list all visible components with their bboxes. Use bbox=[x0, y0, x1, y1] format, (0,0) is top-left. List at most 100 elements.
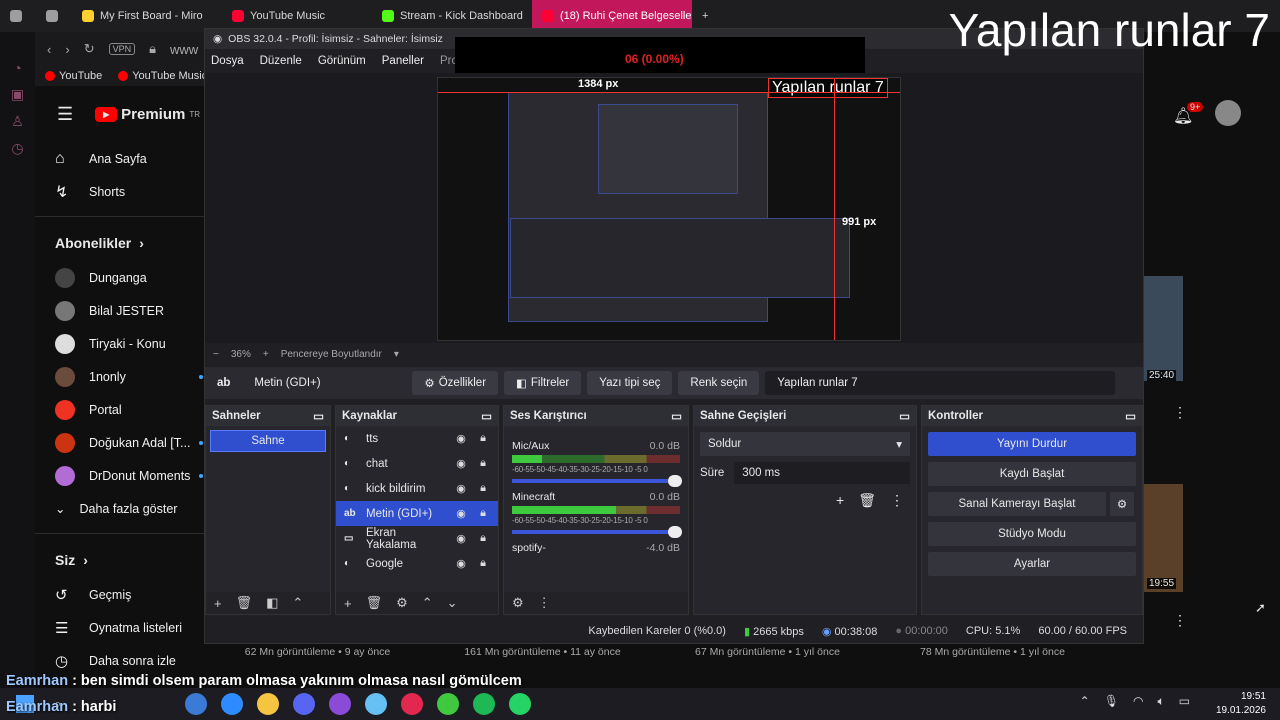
properties-button[interactable]: ⚙ Özellikler bbox=[412, 371, 499, 395]
zoom-in-icon[interactable]: + bbox=[263, 349, 269, 360]
lock-icon[interactable]: 🔒︎ bbox=[476, 557, 490, 570]
bookmark-item[interactable]: YouTube bbox=[45, 70, 102, 82]
duration-input[interactable]: 300 ms bbox=[734, 462, 910, 484]
source-item[interactable]: ◐ chat ◉ 🔒︎ bbox=[336, 451, 498, 476]
lock-icon[interactable]: 🔒︎ bbox=[476, 482, 490, 495]
lock-icon[interactable]: 🔒︎ bbox=[476, 457, 490, 470]
transition-type-select[interactable]: Soldur ▾ bbox=[700, 432, 910, 456]
add-icon[interactable]: + bbox=[344, 596, 352, 611]
undock-icon[interactable]: ▭ bbox=[671, 409, 682, 423]
subscription-item[interactable]: DrDonut Moments bbox=[35, 459, 205, 492]
source-item[interactable]: ◐ Google ◉ 🔒︎ bbox=[336, 551, 498, 576]
you-item[interactable]: ☰ Oynatma listeleri bbox=[35, 611, 205, 644]
subscriptions-heading[interactable]: Abonelikler › bbox=[35, 225, 205, 261]
menu-item[interactable]: Düzenle bbox=[260, 55, 302, 67]
subscription-item[interactable]: 1nonly bbox=[35, 360, 205, 393]
reload-icon[interactable]: ↻ bbox=[84, 41, 95, 57]
visibility-eye-icon[interactable]: ◉ bbox=[454, 457, 468, 470]
fit-to-window-select[interactable]: Pencereye Boyutlandır bbox=[281, 349, 382, 360]
you-item[interactable]: ↺ Geçmiş bbox=[35, 578, 205, 611]
undock-icon[interactable]: ▭ bbox=[481, 409, 492, 423]
bookmark-item[interactable]: YouTube Music bbox=[118, 70, 207, 82]
youtube-logo[interactable]: ▶ Premium TR bbox=[95, 106, 200, 123]
menu-item[interactable]: Dosya bbox=[211, 55, 244, 67]
text-value-field[interactable]: Yapılan runlar 7 bbox=[765, 371, 1116, 395]
browser-tab[interactable] bbox=[0, 0, 36, 32]
back-icon[interactable]: ‹ bbox=[47, 42, 51, 57]
you-heading[interactable]: Siz › bbox=[35, 542, 205, 578]
undock-icon[interactable]: ▭ bbox=[1125, 409, 1136, 423]
volume-icon[interactable]: 🔈︎ bbox=[1157, 694, 1164, 709]
clock-icon[interactable]: ◷ bbox=[11, 140, 23, 157]
font-select-button[interactable]: Yazı tipi seç bbox=[587, 371, 673, 395]
hamburger-menu-icon[interactable]: ☰ bbox=[57, 104, 73, 125]
trash-icon[interactable]: 🗑︎ bbox=[366, 595, 383, 611]
move-down-icon[interactable]: ⌄ bbox=[447, 595, 458, 611]
history-icon[interactable]: ◔ bbox=[13, 60, 21, 76]
visibility-eye-icon[interactable]: ◉ bbox=[454, 532, 468, 545]
chevron-down-icon[interactable]: ▾ bbox=[394, 349, 399, 360]
filter-icon[interactable]: ◧ bbox=[266, 595, 278, 611]
address-bar[interactable]: www bbox=[170, 42, 198, 57]
preview-canvas[interactable]: Yapılan runlar 7 1384 px 991 px bbox=[437, 77, 901, 341]
volume-slider[interactable] bbox=[512, 475, 682, 487]
volume-slider[interactable] bbox=[512, 526, 682, 538]
trash-icon[interactable]: 🗑︎ bbox=[236, 595, 253, 611]
source-item[interactable]: ▭ Ekran Yakalama ◉ 🔒︎ bbox=[336, 526, 498, 551]
filters-button[interactable]: ◧ Filtreler bbox=[504, 371, 582, 395]
video-thumbnail[interactable] bbox=[1143, 484, 1183, 592]
add-icon[interactable]: + bbox=[836, 492, 844, 509]
more-options-icon[interactable]: ⋮ bbox=[1173, 612, 1187, 629]
video-thumbnail[interactable] bbox=[1143, 276, 1183, 381]
control-button[interactable]: Ayarlar bbox=[928, 552, 1136, 576]
visibility-eye-icon[interactable]: ◉ bbox=[454, 432, 468, 445]
account-avatar[interactable] bbox=[1215, 100, 1241, 126]
show-more-button[interactable]: ⌄ Daha fazla göster bbox=[35, 492, 205, 525]
source-item[interactable]: ◐ tts ◉ 🔒︎ bbox=[336, 426, 498, 451]
more-options-icon[interactable]: ⋮ bbox=[538, 595, 551, 611]
more-options-icon[interactable]: ⋮ bbox=[890, 492, 904, 509]
visibility-eye-icon[interactable]: ◉ bbox=[454, 557, 468, 570]
lock-icon[interactable]: 🔒︎ bbox=[476, 432, 490, 445]
subscription-item[interactable]: Portal bbox=[35, 393, 205, 426]
source-item[interactable]: ◐ kick bildirim ◉ 🔒︎ bbox=[336, 476, 498, 501]
gear-icon[interactable]: ⚙ bbox=[396, 595, 408, 611]
move-up-icon[interactable]: ⌃ bbox=[292, 595, 303, 611]
add-icon[interactable]: + bbox=[214, 596, 222, 611]
menu-item[interactable]: Paneller bbox=[382, 55, 424, 67]
browser-tab[interactable]: My First Board - Miro bbox=[72, 0, 222, 32]
vpn-badge[interactable]: VPN bbox=[108, 43, 136, 55]
mic-icon[interactable]: 🎙︎ bbox=[1104, 694, 1119, 709]
control-button[interactable]: Kaydı Başlat bbox=[928, 462, 1136, 486]
undock-icon[interactable]: ▭ bbox=[899, 409, 910, 423]
visibility-eye-icon[interactable]: ◉ bbox=[454, 507, 468, 520]
color-select-button[interactable]: Renk seçin bbox=[678, 371, 760, 395]
menu-item[interactable]: Görünüm bbox=[318, 55, 366, 67]
lock-icon[interactable]: 🔒︎ bbox=[476, 532, 490, 545]
subscription-item[interactable]: Tiryaki - Konu bbox=[35, 327, 205, 360]
gear-icon[interactable]: ⚙ bbox=[1110, 492, 1134, 516]
forward-icon[interactable]: › bbox=[65, 42, 69, 57]
obs-preview[interactable]: Yapılan runlar 7 1384 px 991 px 06 (0.00… bbox=[205, 37, 1143, 343]
lock-icon[interactable]: 🔒︎ bbox=[476, 507, 490, 520]
chevron-up-icon[interactable]: ⌃ bbox=[1080, 694, 1090, 709]
control-button[interactable]: Stüdyo Modu bbox=[928, 522, 1136, 546]
clock[interactable]: 19:51 19.01.2026 bbox=[1216, 690, 1266, 718]
subscription-item[interactable]: Dunganga bbox=[35, 261, 205, 294]
pin-icon[interactable]: ♙ bbox=[11, 113, 24, 130]
extensions-icon[interactable]: ▣ bbox=[11, 86, 24, 103]
zoom-out-icon[interactable]: − bbox=[213, 349, 219, 360]
wifi-icon[interactable]: ◠ bbox=[1133, 694, 1143, 709]
subscription-item[interactable]: Doğukan Adal [T... bbox=[35, 426, 205, 459]
advanced-audio-icon[interactable]: ⚙ bbox=[512, 595, 524, 611]
trash-icon[interactable]: 🗑︎ bbox=[858, 492, 876, 509]
nav-item[interactable]: ⌂ Ana Sayfa bbox=[35, 142, 205, 175]
battery-icon[interactable]: ▭ bbox=[1179, 694, 1190, 709]
browser-tab[interactable] bbox=[36, 0, 72, 32]
control-button[interactable]: Sanal Kamerayı Başlat ⚙ bbox=[928, 492, 1134, 516]
undock-icon[interactable]: ▭ bbox=[313, 409, 324, 423]
move-up-icon[interactable]: ⌃ bbox=[422, 595, 433, 611]
source-item[interactable]: ab Metin (GDI+) ◉ 🔒︎ bbox=[336, 501, 498, 526]
nav-item[interactable]: ↯ Shorts bbox=[35, 175, 205, 208]
control-button[interactable]: Yayını Durdur bbox=[928, 432, 1136, 456]
